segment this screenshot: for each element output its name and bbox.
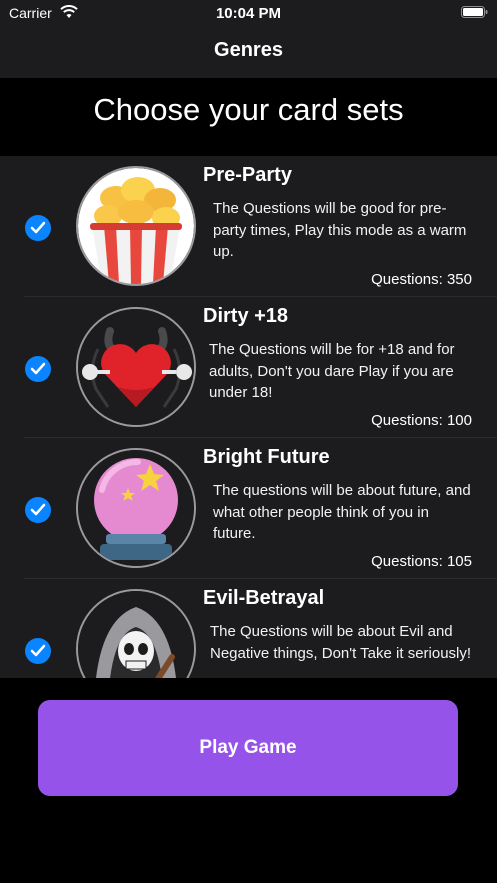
play-game-button[interactable]: Play Game bbox=[38, 700, 458, 796]
clock: 10:04 PM bbox=[215, 5, 282, 22]
genre-title: Pre-Party bbox=[203, 164, 292, 186]
genre-description: The Questions will be good for pre-party… bbox=[213, 200, 467, 260]
genre-list[interactable]: Pre-Party The Questions will be good for… bbox=[0, 156, 497, 678]
genre-description: The Questions will be for +18 and for ad… bbox=[209, 341, 455, 401]
genre-description: The questions will be about future, and … bbox=[213, 482, 471, 542]
nav-title: Genres bbox=[214, 39, 283, 61]
page-header: Choose your card sets bbox=[0, 78, 497, 156]
grim-reaper-icon bbox=[76, 589, 196, 678]
status-bar: Carrier 10:04 PM bbox=[0, 0, 497, 26]
genre-row-pre-party[interactable]: Pre-Party The Questions will be good for… bbox=[0, 156, 497, 297]
genre-title: Bright Future bbox=[203, 446, 330, 468]
checkmark-icon[interactable] bbox=[25, 215, 51, 241]
genre-row-dirty-18[interactable]: Dirty +18 The Questions will be for +18 … bbox=[0, 297, 497, 438]
popcorn-icon bbox=[76, 166, 196, 286]
navigation-bar: Genres bbox=[0, 26, 497, 78]
genre-title: Evil-Betrayal bbox=[203, 587, 325, 609]
question-count: Questions: 105 bbox=[371, 553, 472, 570]
question-count: Questions: 100 bbox=[371, 412, 472, 429]
genre-description: The Questions will be about Evil and Neg… bbox=[210, 623, 472, 662]
genre-row-bright-future[interactable]: Bright Future The questions will be abou… bbox=[0, 438, 497, 579]
crystal-ball-icon bbox=[76, 448, 196, 568]
battery-icon bbox=[461, 6, 488, 18]
checkmark-icon[interactable] bbox=[25, 497, 51, 523]
checkmark-icon[interactable] bbox=[25, 356, 51, 382]
question-count: Questions: 350 bbox=[371, 271, 472, 288]
genre-title: Dirty +18 bbox=[203, 305, 289, 327]
genre-row-evil-betrayal[interactable]: Evil-Betrayal The Questions will be abou… bbox=[0, 579, 497, 678]
devil-heart-icon bbox=[76, 307, 196, 427]
page-title: Choose your card sets bbox=[93, 92, 404, 127]
footer: Play Game bbox=[0, 678, 497, 883]
checkmark-icon[interactable] bbox=[25, 638, 51, 664]
